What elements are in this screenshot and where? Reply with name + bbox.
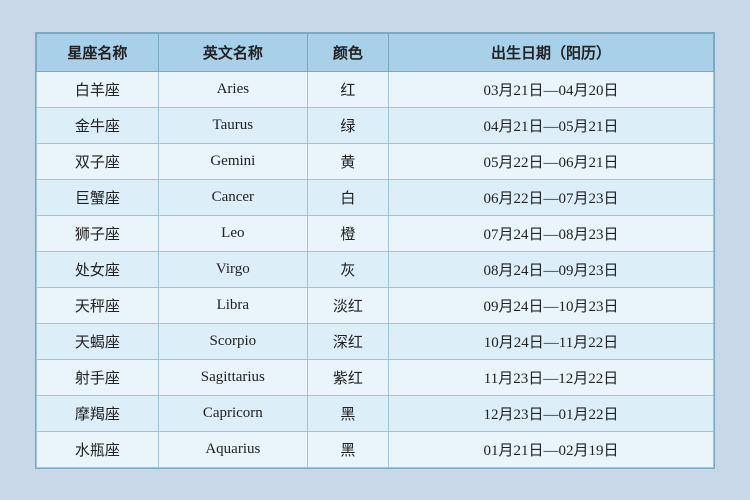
table-row: 天秤座Libra淡红09月24日—10月23日 <box>37 287 714 323</box>
cell-color: 黄 <box>307 143 388 179</box>
table-row: 射手座Sagittarius紫红11月23日—12月22日 <box>37 359 714 395</box>
cell-color: 黑 <box>307 431 388 467</box>
header-color: 颜色 <box>307 33 388 71</box>
cell-date: 11月23日—12月22日 <box>389 359 714 395</box>
table-header-row: 星座名称 英文名称 颜色 出生日期（阳历） <box>37 33 714 71</box>
cell-zh: 狮子座 <box>37 215 159 251</box>
cell-date: 09月24日—10月23日 <box>389 287 714 323</box>
cell-date: 10月24日—11月22日 <box>389 323 714 359</box>
cell-en: Taurus <box>158 107 307 143</box>
cell-color: 淡红 <box>307 287 388 323</box>
zodiac-table: 星座名称 英文名称 颜色 出生日期（阳历） 白羊座Aries红03月21日—04… <box>36 33 714 468</box>
table-row: 水瓶座Aquarius黑01月21日—02月19日 <box>37 431 714 467</box>
cell-zh: 双子座 <box>37 143 159 179</box>
header-en: 英文名称 <box>158 33 307 71</box>
zodiac-table-container: 星座名称 英文名称 颜色 出生日期（阳历） 白羊座Aries红03月21日—04… <box>35 32 715 469</box>
header-date: 出生日期（阳历） <box>389 33 714 71</box>
table-row: 天蝎座Scorpio深红10月24日—11月22日 <box>37 323 714 359</box>
cell-color: 橙 <box>307 215 388 251</box>
cell-zh: 水瓶座 <box>37 431 159 467</box>
cell-en: Virgo <box>158 251 307 287</box>
cell-date: 08月24日—09月23日 <box>389 251 714 287</box>
header-zh: 星座名称 <box>37 33 159 71</box>
cell-zh: 射手座 <box>37 359 159 395</box>
cell-color: 红 <box>307 71 388 107</box>
cell-en: Aquarius <box>158 431 307 467</box>
cell-en: Libra <box>158 287 307 323</box>
cell-zh: 天秤座 <box>37 287 159 323</box>
cell-color: 黑 <box>307 395 388 431</box>
cell-zh: 处女座 <box>37 251 159 287</box>
cell-date: 04月21日—05月21日 <box>389 107 714 143</box>
table-row: 巨蟹座Cancer白06月22日—07月23日 <box>37 179 714 215</box>
cell-en: Capricorn <box>158 395 307 431</box>
cell-date: 06月22日—07月23日 <box>389 179 714 215</box>
cell-zh: 天蝎座 <box>37 323 159 359</box>
cell-zh: 巨蟹座 <box>37 179 159 215</box>
table-row: 金牛座Taurus绿04月21日—05月21日 <box>37 107 714 143</box>
cell-en: Aries <box>158 71 307 107</box>
cell-date: 07月24日—08月23日 <box>389 215 714 251</box>
cell-zh: 白羊座 <box>37 71 159 107</box>
table-row: 摩羯座Capricorn黑12月23日—01月22日 <box>37 395 714 431</box>
table-row: 白羊座Aries红03月21日—04月20日 <box>37 71 714 107</box>
cell-date: 05月22日—06月21日 <box>389 143 714 179</box>
cell-color: 深红 <box>307 323 388 359</box>
cell-date: 12月23日—01月22日 <box>389 395 714 431</box>
cell-en: Leo <box>158 215 307 251</box>
table-row: 处女座Virgo灰08月24日—09月23日 <box>37 251 714 287</box>
cell-zh: 摩羯座 <box>37 395 159 431</box>
cell-zh: 金牛座 <box>37 107 159 143</box>
cell-date: 03月21日—04月20日 <box>389 71 714 107</box>
cell-en: Scorpio <box>158 323 307 359</box>
cell-en: Gemini <box>158 143 307 179</box>
cell-en: Cancer <box>158 179 307 215</box>
cell-date: 01月21日—02月19日 <box>389 431 714 467</box>
cell-en: Sagittarius <box>158 359 307 395</box>
cell-color: 绿 <box>307 107 388 143</box>
cell-color: 紫红 <box>307 359 388 395</box>
table-row: 狮子座Leo橙07月24日—08月23日 <box>37 215 714 251</box>
cell-color: 白 <box>307 179 388 215</box>
cell-color: 灰 <box>307 251 388 287</box>
table-row: 双子座Gemini黄05月22日—06月21日 <box>37 143 714 179</box>
